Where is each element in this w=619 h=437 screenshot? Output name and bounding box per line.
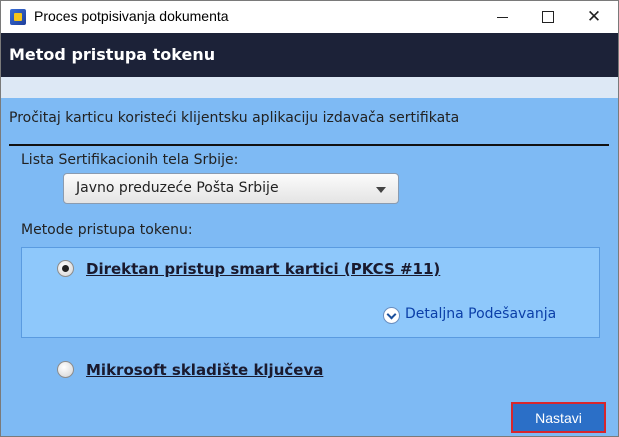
header-spacer	[1, 77, 618, 98]
next-button[interactable]: Nastavi	[511, 402, 606, 433]
close-icon: ✕	[586, 6, 602, 27]
title-bar: Proces potpisivanja dokumenta ✕	[1, 1, 618, 33]
pkcs11-option-panel: Direktan pristup smart kartici (PKCS #11…	[21, 247, 600, 338]
radio-selected-dot	[62, 265, 69, 272]
cert-authority-value: Javno preduzeće Pošta Srbije	[76, 180, 279, 196]
microsoft-keystore-option-label[interactable]: Mikrosoft skladište ključeva	[86, 361, 323, 379]
maximize-button[interactable]	[525, 1, 571, 33]
close-button[interactable]: ✕	[571, 1, 617, 33]
content-area: Pročitaj karticu koristeći klijentsku ap…	[1, 98, 618, 436]
pkcs11-option-label[interactable]: Direktan pristup smart kartici (PKCS #11…	[86, 260, 440, 278]
microsoft-keystore-radio[interactable]	[57, 361, 74, 378]
app-icon	[10, 9, 26, 25]
cert-list-label: Lista Sertifikacionih tela Srbije:	[21, 152, 239, 168]
dropdown-arrow-icon	[376, 187, 386, 193]
page-header: Metod pristupa tokenu	[1, 33, 618, 77]
cert-authority-select[interactable]: Javno preduzeće Pošta Srbije	[63, 173, 399, 204]
minimize-button[interactable]	[479, 1, 525, 33]
dialog-window: Proces potpisivanja dokumenta ✕ Metod pr…	[0, 0, 619, 437]
window-title: Proces potpisivanja dokumenta	[34, 8, 229, 24]
details-settings-link[interactable]: Detaljna Podešavanja	[405, 306, 556, 322]
maximize-icon	[542, 11, 554, 23]
instruction-text: Pročitaj karticu koristeći klijentsku ap…	[9, 110, 460, 126]
minimize-icon	[496, 16, 508, 18]
divider	[9, 144, 609, 146]
chevron-down-icon[interactable]	[383, 307, 400, 324]
methods-label: Metode pristupa tokenu:	[21, 222, 193, 238]
pkcs11-radio[interactable]	[57, 260, 74, 277]
page-title: Metod pristupa tokenu	[9, 45, 216, 64]
